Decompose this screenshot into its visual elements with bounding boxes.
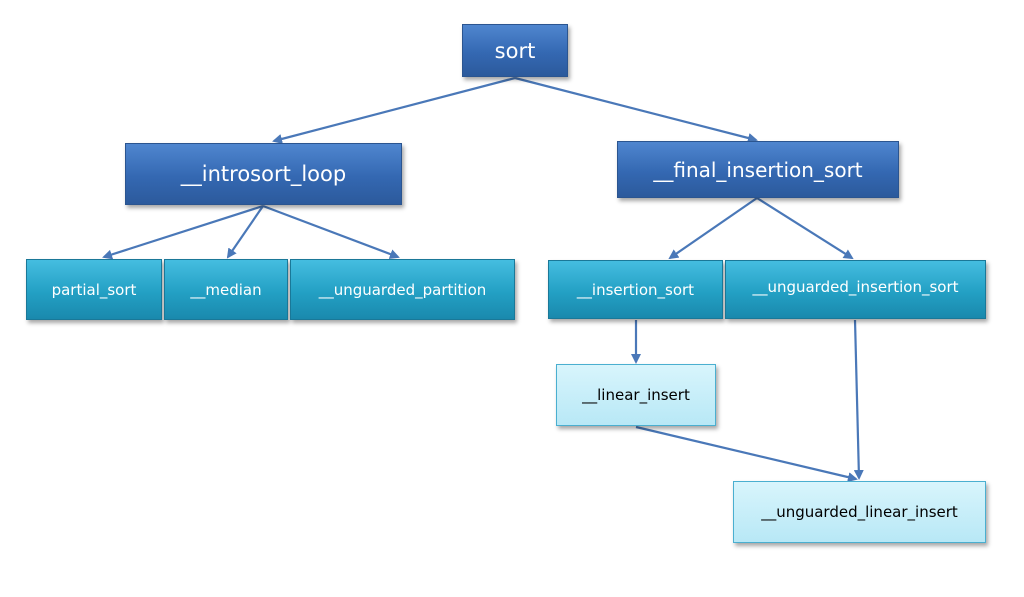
node-label: sort: [494, 38, 536, 63]
edge-final-insertion_sort: [668, 197, 758, 260]
node-sort: sort: [462, 24, 568, 77]
edge-unguarded_insertion_sort-unguarded_linear_insert: [853, 319, 864, 480]
node-label: partial_sort: [51, 280, 137, 299]
node-unguarded-linear-insert: __unguarded_linear_insert: [733, 481, 986, 543]
node-final-insertion-sort: __final_insertion_sort: [617, 141, 899, 198]
node-label: __median: [190, 280, 262, 299]
node-label: __final_insertion_sort: [653, 157, 863, 182]
edge-sort-final_insertion_sort: [514, 76, 758, 143]
edge-linear_insert-unguarded_linear_insert: [635, 425, 858, 483]
node-partial-sort: partial_sort: [26, 259, 162, 320]
node-label: __unguarded_insertion_sort: [752, 278, 959, 296]
edge-introsort_loop-partial_sort: [102, 204, 264, 260]
node-unguarded-partition: __unguarded_partition: [290, 259, 515, 320]
node-label: __unguarded_partition: [318, 280, 487, 299]
node-label: __insertion_sort: [576, 280, 695, 299]
node-label: __introsort_loop: [180, 162, 347, 186]
node-label: __linear_insert: [582, 386, 690, 404]
node-insertion-sort: __insertion_sort: [548, 260, 723, 319]
edge-final-unguarded_insertion_sort: [756, 197, 854, 260]
node-unguarded-insertion-sort: __unguarded_insertion_sort: [725, 260, 986, 319]
node-linear-insert: __linear_insert: [556, 364, 716, 426]
node-label: __unguarded_linear_insert: [761, 503, 958, 521]
edge-introsort_loop-median: [226, 205, 264, 259]
edge-sort-introsort_loop: [272, 76, 516, 144]
edge-introsort_loop-unguarded_partition: [262, 204, 400, 259]
node-median: __median: [164, 259, 288, 320]
node-introsort-loop: __introsort_loop: [125, 143, 402, 205]
